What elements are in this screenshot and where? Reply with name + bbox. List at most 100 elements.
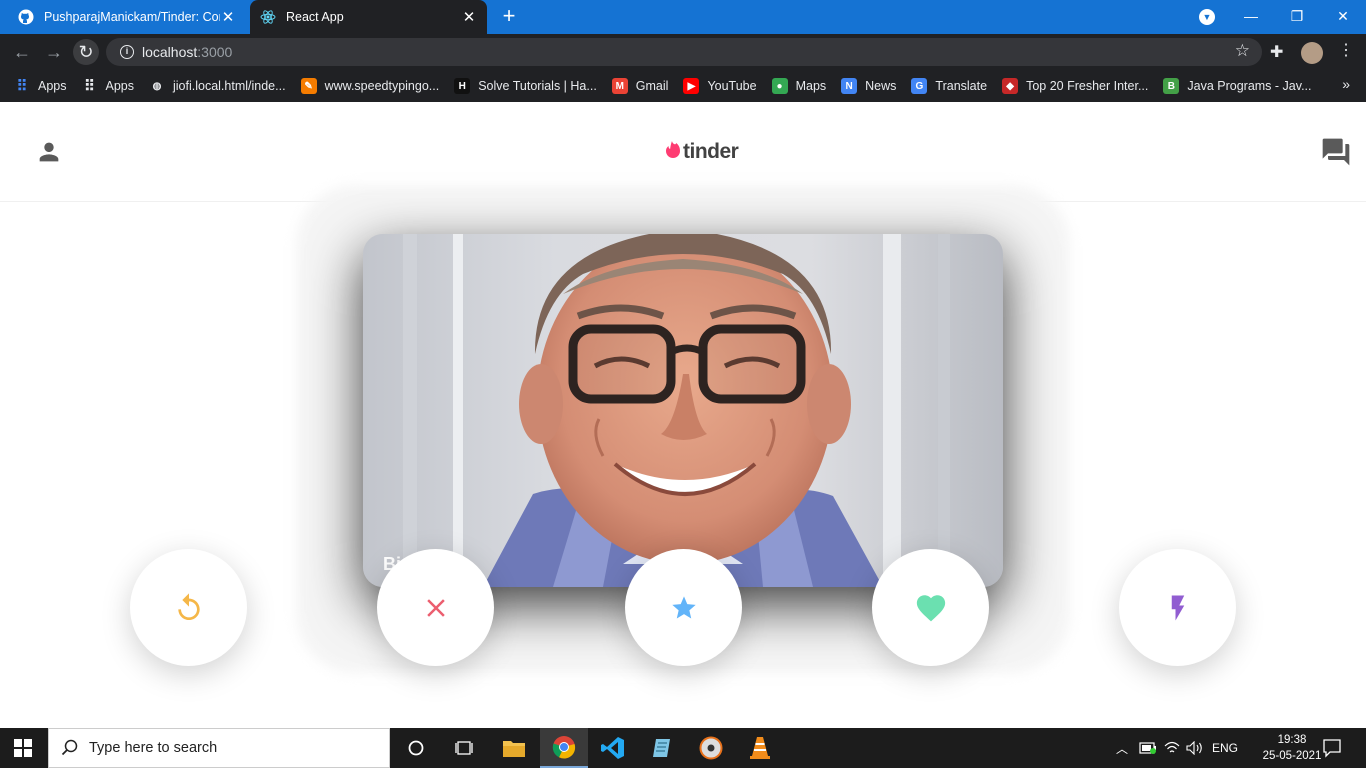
tab-github[interactable]: PushparajManickam/Tinder: Cont ✕	[8, 0, 246, 34]
chrome-icon[interactable]	[540, 728, 588, 768]
vscode-icon[interactable]	[589, 728, 637, 768]
reload-icon[interactable]: ↻	[73, 39, 99, 65]
tab-title: PushparajManickam/Tinder: Cont	[44, 10, 220, 24]
super-like-button[interactable]	[625, 549, 742, 666]
restore-icon[interactable]: ❐	[1274, 0, 1320, 34]
windows-start-icon[interactable]	[14, 739, 32, 762]
menu-kebab-icon[interactable]: ⋮	[1338, 40, 1354, 60]
bookmark-item[interactable]: M Gmail	[611, 78, 669, 94]
replay-button[interactable]	[130, 549, 247, 666]
maps-icon: ●	[771, 78, 788, 94]
tab-react-app[interactable]: React App ✕	[250, 0, 487, 34]
bookmark-item[interactable]: ● Maps	[771, 78, 827, 94]
nope-button[interactable]	[377, 549, 494, 666]
news-icon: N	[841, 78, 858, 94]
gmail-icon: M	[611, 78, 628, 94]
tab-strip: PushparajManickam/Tinder: Cont ✕ React A…	[0, 0, 1366, 34]
show-hidden-icons[interactable]: ︿	[1116, 728, 1128, 768]
forward-icon[interactable]: →	[41, 39, 67, 65]
windows-taskbar: Type here to search ︿ ENG 19:38 25-05-20…	[0, 728, 1366, 768]
clock-date: 25-05-2021	[1262, 750, 1322, 762]
react-icon	[260, 9, 276, 25]
search-icon	[61, 739, 78, 756]
bookmark-item[interactable]: ▶ YouTube	[683, 78, 757, 94]
bookmark-label: YouTube	[707, 79, 757, 93]
boost-button[interactable]	[1119, 549, 1236, 666]
logo-text: tinder	[683, 140, 739, 163]
bookmark-label: Translate	[935, 79, 988, 93]
person-icon[interactable]	[35, 138, 63, 171]
notification-icon[interactable]	[1322, 738, 1342, 763]
tab-title: React App	[286, 10, 344, 24]
site-info-icon[interactable]: i	[120, 45, 134, 59]
bookmark-item[interactable]: G Translate	[911, 78, 987, 94]
minimize-icon[interactable]: —	[1228, 0, 1274, 34]
notepad-icon[interactable]	[638, 728, 686, 768]
bookmark-item[interactable]: B Java Programs - Jav...	[1163, 78, 1311, 94]
taskbar-search-input[interactable]: Type here to search	[48, 728, 390, 768]
hackerrank-icon: H	[454, 78, 471, 94]
file-explorer-icon[interactable]	[490, 728, 538, 768]
tab-search-icon[interactable]: ▼	[1199, 9, 1215, 25]
avatar[interactable]	[1301, 42, 1323, 64]
bookmark-label: Maps	[795, 79, 827, 93]
apps-grid-icon: ⠿	[16, 78, 28, 95]
close-icon[interactable]: ✕	[461, 8, 477, 26]
java-b-icon: B	[1163, 78, 1180, 94]
bookmarks-overflow-icon[interactable]: »	[1342, 76, 1350, 92]
like-button[interactable]	[872, 549, 989, 666]
new-tab-button[interactable]: +	[498, 5, 520, 28]
language-indicator[interactable]: ENG	[1212, 728, 1238, 768]
bookmark-label: Apps	[105, 79, 135, 93]
youtube-icon: ▶	[683, 78, 700, 94]
clock-time: 19:38	[1277, 734, 1307, 746]
profile-card[interactable]: Bi	[363, 234, 1003, 587]
extensions-icon[interactable]: ✚	[1270, 42, 1283, 62]
battery-icon[interactable]	[1139, 728, 1157, 768]
tinder-logo[interactable]: tinder	[665, 140, 739, 164]
wifi-icon[interactable]	[1164, 728, 1180, 768]
bookmark-item[interactable]: ✎ www.speedtypingo...	[300, 78, 439, 94]
site-icon: ◆	[1002, 78, 1019, 94]
back-icon[interactable]: ←	[9, 39, 35, 65]
window-close-icon[interactable]: ✕	[1320, 0, 1366, 34]
bookmark-label: Java Programs - Jav...	[1187, 79, 1312, 93]
close-icon[interactable]: ✕	[220, 8, 236, 26]
url-text: localhost:3000	[142, 44, 233, 60]
bookmark-label: Top 20 Fresher Inter...	[1026, 79, 1149, 93]
bookmark-label: jiofi.local.html/inde...	[173, 79, 286, 93]
bookmark-star-icon[interactable]: ☆	[1235, 41, 1250, 61]
bookmark-item[interactable]: ⠿ Apps	[14, 78, 67, 95]
github-icon	[18, 9, 34, 25]
bookmark-label: Gmail	[635, 79, 669, 93]
tinder-page: tinder Bi	[0, 102, 1366, 728]
heart-icon	[916, 594, 945, 621]
bookmark-item[interactable]: ◆ Top 20 Fresher Inter...	[1002, 78, 1148, 94]
search-placeholder: Type here to search	[89, 740, 218, 756]
bookmark-label: Solve Tutorials | Ha...	[478, 79, 597, 93]
bookmark-item[interactable]: ⠿ Apps	[82, 78, 135, 95]
media-player-icon[interactable]	[687, 728, 735, 768]
bookmark-item[interactable]: N News	[841, 78, 896, 94]
globe-icon: ◍	[152, 80, 162, 92]
volume-icon[interactable]	[1186, 728, 1204, 768]
bookmark-label: Apps	[38, 79, 67, 93]
star-icon	[671, 595, 696, 618]
close-icon	[426, 598, 445, 617]
system-clock[interactable]: 19:38 25-05-2021	[1262, 732, 1322, 764]
task-view-icon[interactable]	[440, 728, 488, 768]
flame-icon	[665, 140, 680, 164]
flash-icon	[1171, 595, 1184, 620]
vlc-icon[interactable]	[736, 728, 784, 768]
bookmark-item[interactable]: ◍ jiofi.local.html/inde...	[149, 78, 286, 94]
forum-icon[interactable]	[1320, 136, 1352, 173]
cortana-icon[interactable]	[392, 728, 440, 768]
replay-icon	[177, 592, 200, 620]
bookmark-item[interactable]: H Solve Tutorials | Ha...	[454, 78, 597, 94]
apps-grid-icon: ⠿	[84, 78, 95, 95]
bookmark-label: News	[865, 79, 897, 93]
address-bar[interactable]: i localhost:3000 ☆	[106, 38, 1262, 66]
browser-toolbar: ← → ↻ i localhost:3000 ☆	[0, 34, 1366, 70]
translate-icon: G	[911, 78, 928, 94]
bookmarks-bar: ⠿ Apps ⠿ Apps ◍ jiofi.local.html/inde... ✎ www.…	[0, 70, 1366, 102]
